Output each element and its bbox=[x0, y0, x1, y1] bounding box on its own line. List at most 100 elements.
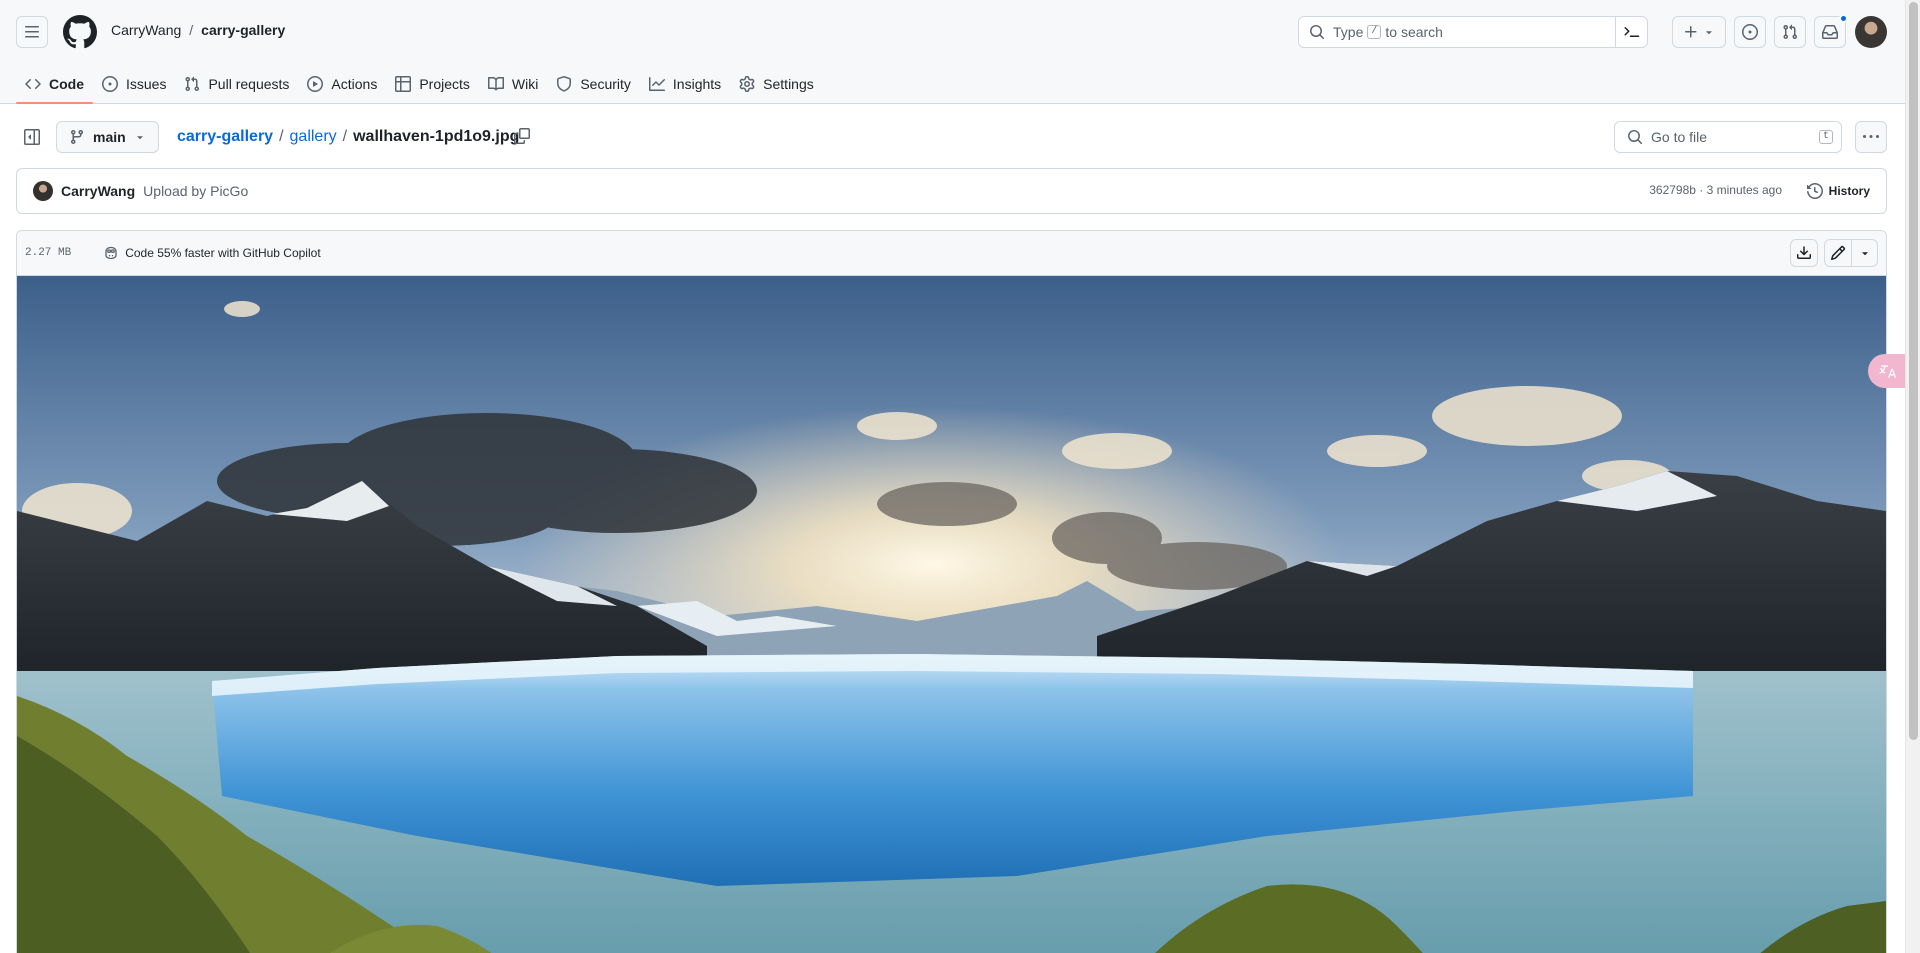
glacier-landscape-image bbox=[17, 276, 1886, 953]
kebab-horizontal-icon bbox=[1863, 135, 1879, 138]
download-raw-button[interactable] bbox=[1790, 239, 1818, 267]
tab-insights[interactable]: Insights bbox=[640, 68, 730, 100]
tab-pull-requests[interactable]: Pull requests bbox=[175, 68, 298, 100]
triangle-down-icon bbox=[136, 136, 143, 140]
edit-file-button[interactable] bbox=[1825, 240, 1851, 266]
breadcrumb-separator: / bbox=[342, 128, 348, 145]
edit-options-dropdown[interactable] bbox=[1851, 240, 1877, 266]
tab-label: Projects bbox=[419, 76, 470, 92]
table-icon bbox=[395, 76, 412, 92]
tab-label: Wiki bbox=[511, 76, 539, 92]
go-to-file-kbd: t bbox=[1818, 130, 1833, 144]
file-size: 2.27 MB bbox=[25, 247, 72, 259]
plus-icon bbox=[1685, 26, 1697, 38]
triangle-down-icon bbox=[1861, 252, 1868, 256]
copilot-promo-link[interactable]: Code 55% faster with GitHub Copilot bbox=[103, 245, 321, 261]
scrollbar-thumb[interactable] bbox=[1909, 2, 1918, 740]
book-icon bbox=[487, 76, 504, 91]
file-viewer-header: 2.27 MB Code 55% faster with GitHub Copi… bbox=[17, 231, 1886, 276]
global-search[interactable]: Type / to search bbox=[1298, 16, 1648, 48]
file-viewer: 2.27 MB Code 55% faster with GitHub Copi… bbox=[16, 230, 1887, 953]
menu-button[interactable] bbox=[16, 16, 48, 48]
search-icon bbox=[1628, 130, 1643, 145]
avatar[interactable] bbox=[33, 181, 53, 201]
breadcrumb-repo-link[interactable]: carry-gallery bbox=[177, 128, 273, 146]
go-to-file-placeholder: Go to file bbox=[1651, 129, 1708, 145]
search-kbd-hint: / bbox=[1367, 25, 1382, 39]
command-palette-button[interactable] bbox=[1615, 17, 1647, 47]
tab-label: Actions bbox=[331, 76, 378, 92]
copilot-promo-text: Code 55% faster with GitHub Copilot bbox=[125, 246, 321, 260]
page-scrollbar[interactable] bbox=[1905, 0, 1920, 953]
unread-indicator bbox=[1839, 14, 1848, 23]
create-new-button[interactable] bbox=[1672, 16, 1726, 48]
issue-opened-icon bbox=[102, 76, 118, 92]
image-preview bbox=[17, 276, 1886, 953]
translate-widget-button[interactable] bbox=[1868, 354, 1908, 388]
repo-context: CarryWang / carry-gallery bbox=[111, 22, 285, 38]
inbox-icon bbox=[1822, 25, 1838, 39]
shield-icon bbox=[557, 76, 572, 92]
file-tree-toggle[interactable] bbox=[16, 121, 48, 153]
owner-link[interactable]: CarryWang bbox=[111, 22, 181, 38]
branch-selector[interactable]: main bbox=[56, 121, 159, 153]
breadcrumb-separator: / bbox=[279, 128, 284, 145]
history-label: History bbox=[1828, 184, 1870, 198]
your-issues-button[interactable] bbox=[1734, 16, 1766, 48]
your-pull-requests-button[interactable] bbox=[1774, 16, 1806, 48]
translate-icon bbox=[1879, 365, 1897, 378]
go-to-file-input[interactable]: Go to file t bbox=[1614, 121, 1842, 153]
history-button[interactable]: History bbox=[1806, 177, 1870, 205]
edit-button-group bbox=[1824, 239, 1878, 267]
tab-code[interactable]: Code bbox=[16, 68, 93, 104]
code-icon bbox=[25, 78, 41, 90]
commit-message-link[interactable]: Upload by PicGo bbox=[143, 183, 248, 199]
history-icon bbox=[1806, 183, 1823, 199]
search-placeholder-post: to search bbox=[1385, 24, 1443, 40]
header-top-row: CarryWang / carry-gallery Type / to sear… bbox=[0, 0, 1905, 64]
breadcrumb-folder-link[interactable]: gallery bbox=[290, 128, 337, 146]
tab-wiki[interactable]: Wiki bbox=[479, 68, 547, 100]
commit-sha-and-time[interactable]: 362798b · 3 minutes ago bbox=[1649, 183, 1782, 197]
pencil-icon bbox=[1830, 245, 1846, 261]
hamburger-icon bbox=[25, 26, 39, 38]
breadcrumb: carry-gallery / gallery / wallhaven-1pd1… bbox=[177, 128, 519, 146]
tab-label: Security bbox=[580, 76, 631, 92]
tab-actions[interactable]: Actions bbox=[298, 68, 386, 100]
notifications-button[interactable] bbox=[1814, 14, 1848, 48]
issue-opened-icon bbox=[1742, 24, 1758, 40]
sidebar-expand-icon bbox=[24, 129, 40, 145]
tab-security[interactable]: Security bbox=[547, 68, 640, 100]
play-icon bbox=[307, 76, 324, 92]
gear-icon bbox=[739, 76, 755, 92]
more-options-button[interactable] bbox=[1855, 121, 1887, 153]
breadcrumb-filename: wallhaven-1pd1o9.jpg bbox=[353, 128, 520, 145]
git-branch-icon bbox=[70, 130, 83, 145]
git-pull-request-icon bbox=[1783, 24, 1798, 40]
copilot-icon bbox=[105, 246, 117, 260]
global-header: CarryWang / carry-gallery Type / to sear… bbox=[0, 0, 1905, 104]
github-logo-icon[interactable] bbox=[63, 15, 97, 49]
tab-label: Code bbox=[49, 76, 84, 92]
file-header: main carry-gallery / gallery / wallhaven… bbox=[0, 104, 1905, 168]
tab-label: Insights bbox=[672, 76, 722, 92]
copy-path-button[interactable] bbox=[514, 128, 530, 144]
tab-label: Settings bbox=[763, 76, 814, 92]
latest-commit-bar: CarryWang Upload by PicGo 362798b · 3 mi… bbox=[16, 168, 1887, 214]
repo-tabs: Code Issues Pull requests Actions Projec… bbox=[16, 64, 823, 104]
search-placeholder: Type / to search bbox=[1333, 24, 1443, 40]
download-icon bbox=[1797, 246, 1811, 259]
git-pull-request-icon bbox=[185, 76, 200, 92]
terminal-icon bbox=[1623, 27, 1639, 37]
search-placeholder-pre: Type bbox=[1333, 24, 1364, 40]
commit-author-link[interactable]: CarryWang bbox=[61, 183, 135, 199]
tab-label: Issues bbox=[126, 76, 167, 92]
context-separator: / bbox=[189, 22, 194, 38]
branch-name: main bbox=[93, 129, 126, 145]
copy-icon bbox=[514, 128, 530, 144]
user-avatar[interactable] bbox=[1855, 16, 1887, 48]
tab-issues[interactable]: Issues bbox=[93, 68, 175, 100]
repo-link[interactable]: carry-gallery bbox=[201, 22, 285, 38]
tab-projects[interactable]: Projects bbox=[386, 68, 479, 100]
tab-settings[interactable]: Settings bbox=[730, 68, 823, 100]
